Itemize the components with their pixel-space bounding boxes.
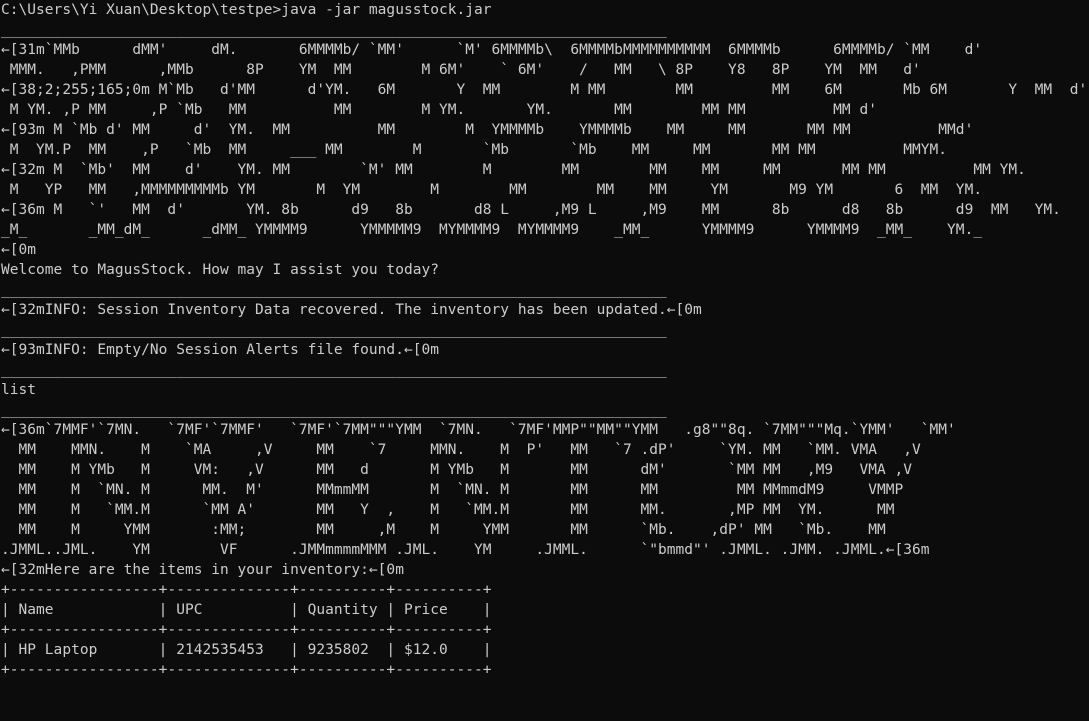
banner-line: ←[32m M `Mb' MM d' YM. MM `M' MM M MM MM… [1, 162, 1026, 178]
banner-line: ←[31m`MMb dMM' dM. 6MMMMb/ `MM' `M' 6MMM… [1, 42, 983, 58]
separator-line: ________________________________________… [1, 322, 667, 338]
separator-line: ________________________________________… [1, 22, 667, 38]
inventory-banner-line: .JMML..JML. YM VF .JMMmmmmMMM .JML. YM .… [1, 542, 930, 558]
banner-line: M YM.P MM ,P `Mb MM ___ MM M `Mb `Mb MM … [1, 142, 948, 158]
terminal-window[interactable]: C:\Users\Yi Xuan\Desktop\testpe>java -ja… [0, 0, 1089, 721]
separator-line: ________________________________________… [1, 402, 667, 418]
banner-line: ←[36m M `' MM d' YM. 8b d9 8b d8 L ,M9 L… [1, 202, 1061, 218]
inventory-intro-message: ←[32mHere are the items in your inventor… [1, 562, 404, 578]
welcome-message: Welcome to MagusStock. How may I assist … [1, 262, 439, 278]
info-alerts-not-found: ←[93mINFO: Empty/No Session Alerts file … [1, 342, 439, 358]
inventory-banner-line: MM MMN. M `MA ,V MM `7 MMN. M P' MM `7 .… [1, 442, 921, 458]
banner-line: ←[38;2;255;165;0m M`Mb d'MM d'YM. 6M Y M… [1, 82, 1088, 98]
separator-line: ________________________________________… [1, 282, 667, 298]
banner-line: ←[93m M `Mb d' MM d' YM. MM MM M YMMMMb … [1, 122, 974, 138]
info-inventory-recovered: ←[32mINFO: Session Inventory Data recove… [1, 302, 702, 318]
inventory-banner-line: MM M `MM.M `MM A' MM Y , M `MM.M MM MM. … [1, 502, 895, 518]
banner-line: _M_ _MM_dM_ _dMM_ YMMMM9 YMMMMM9 MYMMMM9… [1, 222, 983, 238]
separator-line: ________________________________________… [1, 362, 667, 378]
banner-line: MMM. ,PMM ,MMb 8P YM MM M 6M' ` 6M' / MM… [1, 62, 921, 78]
user-input-list: list [1, 382, 37, 398]
table-border: +-----------------+--------------+------… [1, 622, 492, 638]
prompt-command-line: C:\Users\Yi Xuan\Desktop\testpe>java -ja… [1, 2, 492, 18]
table-header-row: | Name | UPC | Quantity | Price | [1, 602, 492, 618]
inventory-banner-line: MM M `MN. M MM. M' MMmmMM M `MN. M MM MM… [1, 482, 904, 498]
table-border: +-----------------+--------------+------… [1, 662, 492, 678]
color-reset-line: ←[0m [1, 242, 37, 258]
table-border: +-----------------+--------------+------… [1, 582, 492, 598]
inventory-banner-line: MM M YMb M VM: ,V MM d M YMb M MM dM' `M… [1, 462, 913, 478]
banner-line: M YP MM ,MMMMMMMMMb YM M YM M MM MM MM Y… [1, 182, 983, 198]
table-row: | HP Laptop | 2142535453 | 9235802 | $12… [1, 642, 492, 658]
inventory-banner-line: MM M YMM :MM; MM ,M M YMM MM `Mb. ,dP' M… [1, 522, 886, 538]
banner-line: M YM. ,P MM ,P `Mb MM MM M YM. YM. MM MM… [1, 102, 877, 118]
inventory-banner-line: ←[36m`7MMF'`7MN. `7MF'`7MMF' `7MF'`7MM""… [1, 422, 956, 438]
